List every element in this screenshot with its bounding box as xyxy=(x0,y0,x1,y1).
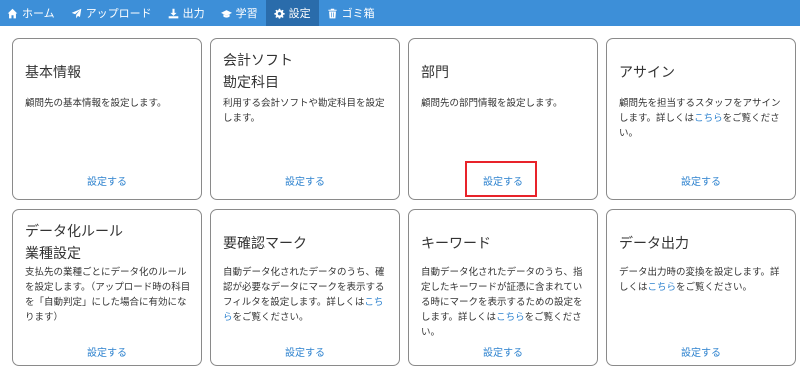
card-description: 利用する会計ソフトや勘定科目を設定します。 xyxy=(223,98,385,124)
card-basic-info: 基本情報 顧問先の基本情報を設定します。 設定する xyxy=(12,38,202,200)
setting-link-assign[interactable]: 設定する xyxy=(607,173,795,188)
top-navbar: ホーム アップロード 出力 学習 設定 ゴミ箱 xyxy=(0,0,800,26)
setting-link-department[interactable]: 設定する xyxy=(409,173,597,188)
gear-icon xyxy=(274,8,285,19)
card-description: 支払先の業種ごとにデータ化のルールを設定します。（アップロード時の科目を「自動判… xyxy=(25,267,191,323)
nav-trash[interactable]: ゴミ箱 xyxy=(319,0,383,26)
nav-label: アップロード xyxy=(85,7,152,20)
card-title: キーワード xyxy=(421,236,491,252)
nav-label: ゴミ箱 xyxy=(341,7,375,20)
desc-text: をご覧ください。 xyxy=(676,282,753,293)
card-check-mark: 要確認マーク 自動データ化されたデータのうち、確認が必要なデータにマークを表示す… xyxy=(210,209,400,366)
desc-text: をご覧ください。 xyxy=(232,312,309,323)
setting-link-check-mark[interactable]: 設定する xyxy=(211,344,399,359)
settings-grid: 基本情報 顧問先の基本情報を設定します。 設定する 会計ソフト 勘定科目 利用す… xyxy=(0,0,800,378)
home-icon xyxy=(7,8,18,18)
card-assign: アサイン 顧問先を担当するスタッフをアサインします。詳しくはこちらをご覧ください… xyxy=(606,38,796,200)
setting-link-data-output[interactable]: 設定する xyxy=(607,344,795,359)
trash-icon xyxy=(328,8,337,18)
card-title: データ出力 xyxy=(619,236,689,252)
card-department: 部門 顧問先の部門情報を設定します。 設定する xyxy=(408,38,598,200)
card-keyword: キーワード 自動データ化されたデータのうち、指定したキーワードが証憑に含まれてい… xyxy=(408,209,598,366)
help-link[interactable]: こちら xyxy=(496,312,525,323)
card-title: 基本情報 xyxy=(25,65,81,81)
nav-learning[interactable]: 学習 xyxy=(213,0,266,26)
nav-label: 学習 xyxy=(235,7,258,20)
nav-settings[interactable]: 設定 xyxy=(265,0,319,26)
card-title: 部門 xyxy=(421,65,449,81)
nav-label: 設定 xyxy=(288,7,311,20)
setting-link-data-rule[interactable]: 設定する xyxy=(13,344,201,359)
nav-label: 出力 xyxy=(182,7,205,20)
paper-plane-icon xyxy=(71,8,81,18)
card-title: アサイン xyxy=(619,65,675,81)
help-link[interactable]: こちら xyxy=(648,282,677,293)
download-icon xyxy=(168,8,178,18)
nav-home[interactable]: ホーム xyxy=(0,0,63,26)
card-description: 自動データ化されたデータのうち、指定したキーワードが証憑に含まれている時にマーク… xyxy=(421,265,587,340)
card-description: 顧問先を担当するスタッフをアサインします。詳しくはこちらをご覧ください。 xyxy=(619,96,785,141)
card-data-output: データ出力 データ出力時の変換を設定します。詳しくはこちらをご覧ください。 設定… xyxy=(606,209,796,366)
card-description: 顧問先の部門情報を設定します。 xyxy=(421,98,563,109)
card-data-rule: データ化ルール 業種設定 支払先の業種ごとにデータ化のルールを設定します。（アッ… xyxy=(12,209,202,366)
desc-text: 自動データ化されたデータのうち、確認が必要なデータにマークを表示するフィルタを設… xyxy=(223,267,385,308)
card-title: 要確認マーク xyxy=(223,236,307,252)
graduation-cap-icon xyxy=(220,9,232,18)
card-title: 会計ソフト 勘定科目 xyxy=(223,53,293,91)
card-accounting-software: 会計ソフト 勘定科目 利用する会計ソフトや勘定科目を設定します。 設定する xyxy=(210,38,400,200)
setting-link-keyword[interactable]: 設定する xyxy=(409,344,597,359)
setting-link-basic-info[interactable]: 設定する xyxy=(13,173,201,188)
nav-output[interactable]: 出力 xyxy=(160,0,213,26)
setting-link-accounting-software[interactable]: 設定する xyxy=(211,173,399,188)
card-description: データ出力時の変換を設定します。詳しくはこちらをご覧ください。 xyxy=(619,265,785,295)
help-link[interactable]: こちら xyxy=(694,113,723,124)
card-title: データ化ルール 業種設定 xyxy=(25,224,123,262)
nav-upload[interactable]: アップロード xyxy=(63,0,160,26)
card-description: 自動データ化されたデータのうち、確認が必要なデータにマークを表示するフィルタを設… xyxy=(223,265,389,325)
card-description: 顧問先の基本情報を設定します。 xyxy=(25,98,167,109)
nav-label: ホーム xyxy=(22,7,55,20)
